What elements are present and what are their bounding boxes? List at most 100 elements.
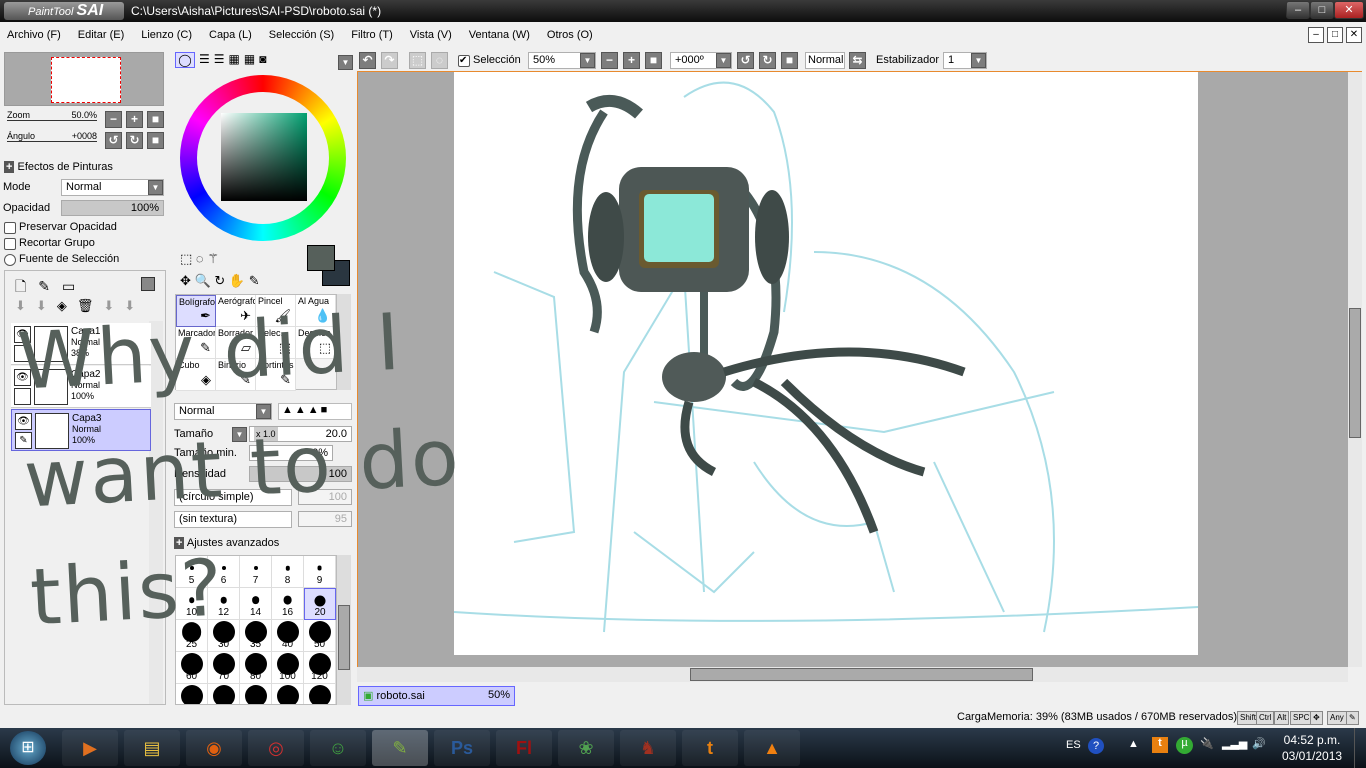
toolbar-rotate-right-button[interactable]: ↻ <box>759 52 776 69</box>
brush-size-20[interactable]: 20 <box>304 588 336 620</box>
redo-button[interactable]: ↷ <box>381 52 398 69</box>
delete-layer-icon[interactable]: 🗑 <box>77 298 104 313</box>
power-icon[interactable]: 🔌 <box>1200 737 1214 750</box>
tool-bolgrafo[interactable]: Bolígrafo ✒ <box>176 295 216 327</box>
brush-size-5[interactable]: 5 <box>176 556 208 588</box>
size-slider[interactable]: x 1.0 20.0 <box>249 426 352 442</box>
brush-size-more[interactable] <box>176 684 208 704</box>
brush-size-25[interactable]: 25 <box>176 620 208 652</box>
selection-source-radio[interactable] <box>4 254 16 266</box>
shape-strength[interactable]: 100 <box>298 489 352 505</box>
tool-pincel[interactable]: Pincel 🖌 <box>256 295 296 327</box>
stabilizer-dropdown[interactable]: 1 ▼ <box>943 52 987 69</box>
brush-size-35[interactable]: 35 <box>240 620 272 652</box>
mdi-close-button[interactable]: ✕ <box>1346 27 1362 43</box>
tool-deselec[interactable]: Deselec. ⬚ <box>296 327 336 359</box>
opacity-slider[interactable]: 100% <box>61 200 164 216</box>
zoom-out-button[interactable]: − <box>105 111 122 128</box>
magic-wand-icon[interactable]: ⚚ <box>207 251 219 266</box>
visibility-eye-icon[interactable]: 👁 <box>14 326 31 343</box>
tool-selec[interactable]: Selec. ⬚ <box>256 327 296 359</box>
brush-size-10[interactable]: 10 <box>176 588 208 620</box>
undo-button[interactable]: ↶ <box>359 52 376 69</box>
tool-grid-scrollbar[interactable] <box>337 294 351 390</box>
merge-icon[interactable]: ⬇ <box>103 298 124 313</box>
brush-size-9[interactable]: 9 <box>304 556 336 588</box>
transfer-icon[interactable]: ⬇ <box>36 298 57 313</box>
layer-item[interactable]: 👁 Capa2 Normal 100% <box>11 366 151 408</box>
scratchpad-tab[interactable]: ◙ <box>259 52 266 68</box>
clip-group-checkbox[interactable] <box>4 238 16 250</box>
tool-marcador[interactable]: Marcador ✎ <box>176 327 216 359</box>
eyedropper-icon[interactable]: ✎ <box>249 273 260 288</box>
menu-vista[interactable]: Vista (V) <box>403 29 459 41</box>
horizontal-scroll-thumb[interactable] <box>690 668 1033 681</box>
horizontal-scrollbar[interactable] <box>357 667 1348 682</box>
brush-size-14[interactable]: 14 <box>240 588 272 620</box>
rotate-icon[interactable]: ↻ <box>214 273 225 288</box>
texture-strength[interactable]: 95 <box>298 511 352 527</box>
selection-checkbox[interactable]: ✔ <box>458 55 470 67</box>
menu-filtro[interactable]: Filtro (T) <box>344 29 400 41</box>
invert-selection-button[interactable]: ◌ <box>431 52 448 69</box>
zoom-in-button[interactable]: + <box>126 111 143 128</box>
menu-archivo[interactable]: Archivo (F) <box>0 29 68 41</box>
toolbar-rotate-left-button[interactable]: ↺ <box>737 52 754 69</box>
menu-editar[interactable]: Editar (E) <box>71 29 131 41</box>
help-icon[interactable]: ? <box>1088 738 1104 754</box>
mode-dropdown[interactable]: Normal ▼ <box>61 179 164 196</box>
foreground-color-swatch[interactable] <box>307 245 335 271</box>
show-hidden-icons[interactable]: ▲ <box>1128 738 1139 750</box>
brush-edge-selector[interactable]: ▲▲▲■ <box>278 403 352 420</box>
angle-dropdown[interactable]: +000º ▼ <box>670 52 732 69</box>
brush-shape-dropdown[interactable]: (círculo simple) <box>174 489 292 506</box>
brush-size-more[interactable] <box>208 684 240 704</box>
rect-select-icon[interactable]: ⬚ <box>180 251 192 266</box>
navigator-preview[interactable] <box>4 52 164 106</box>
menu-seleccion[interactable]: Selección (S) <box>262 29 341 41</box>
rotate-left-button[interactable]: ↺ <box>105 132 122 149</box>
zoom-icon[interactable]: 🔍 <box>195 273 211 288</box>
taskbar-flash[interactable]: Fl <box>496 730 552 766</box>
menu-lienzo[interactable]: Lienzo (C) <box>134 29 199 41</box>
brush-size-16[interactable]: 16 <box>272 588 304 620</box>
brush-size-50[interactable]: 50 <box>304 620 336 652</box>
close-button[interactable]: ✕ <box>1334 1 1364 19</box>
brush-size-30[interactable]: 30 <box>208 620 240 652</box>
density-slider[interactable]: 100 <box>249 466 352 482</box>
brush-size-40[interactable]: 40 <box>272 620 304 652</box>
taskbar-explorer[interactable]: ▤ <box>124 730 180 766</box>
taskbar-media-player[interactable]: ▶ <box>62 730 118 766</box>
brush-size-80[interactable]: 80 <box>240 652 272 684</box>
brush-size-120[interactable]: 120 <box>304 652 336 684</box>
taskbar-paint-tool-sai[interactable]: ✎ <box>372 730 428 766</box>
toolbar-zoom-reset-button[interactable]: ■ <box>645 52 662 69</box>
brush-blend-dropdown[interactable]: Normal ▼ <box>174 403 272 420</box>
canvas-page[interactable] <box>453 72 1199 655</box>
taskbar-tumblr[interactable]: t <box>682 730 738 766</box>
language-indicator[interactable]: ES <box>1066 739 1081 751</box>
lock-box-icon[interactable] <box>14 388 31 405</box>
layer-item-selected[interactable]: 👁 ✎ Capa3 Normal 100% <box>11 409 151 451</box>
menu-capa[interactable]: Capa (L) <box>202 29 259 41</box>
toolbar-rotate-reset-button[interactable]: ■ <box>781 52 798 69</box>
preserve-opacity-checkbox[interactable] <box>4 222 16 234</box>
new-linework-icon[interactable]: ✎ <box>38 278 62 294</box>
start-button[interactable]: ⊞ <box>10 731 46 765</box>
tumblr-tray-icon[interactable]: t <box>1152 737 1168 753</box>
taskbar-character[interactable]: ♞ <box>620 730 676 766</box>
merge-down-icon[interactable]: ⬇ <box>15 298 36 313</box>
new-folder-icon[interactable]: ▭ <box>62 278 87 294</box>
utorrent-icon[interactable]: µ <box>1176 737 1193 754</box>
new-layer-icon[interactable]: 🗋 <box>15 278 38 294</box>
mdi-minimize-button[interactable]: – <box>1308 27 1324 43</box>
tool-bortintas[interactable]: Bortintas ✎ <box>256 359 296 391</box>
brush-size-60[interactable]: 60 <box>176 652 208 684</box>
tool-alagua[interactable]: Al Agua 💧 <box>296 295 336 327</box>
zoom-dropdown[interactable]: 50% ▼ <box>528 52 596 69</box>
brush-size-scrollbar[interactable] <box>337 555 351 705</box>
tool-borrador[interactable]: Borrador ▱ <box>216 327 256 359</box>
brush-size-8[interactable]: 8 <box>272 556 304 588</box>
tool-binario[interactable]: Binario ✎ <box>216 359 256 391</box>
brush-size-70[interactable]: 70 <box>208 652 240 684</box>
